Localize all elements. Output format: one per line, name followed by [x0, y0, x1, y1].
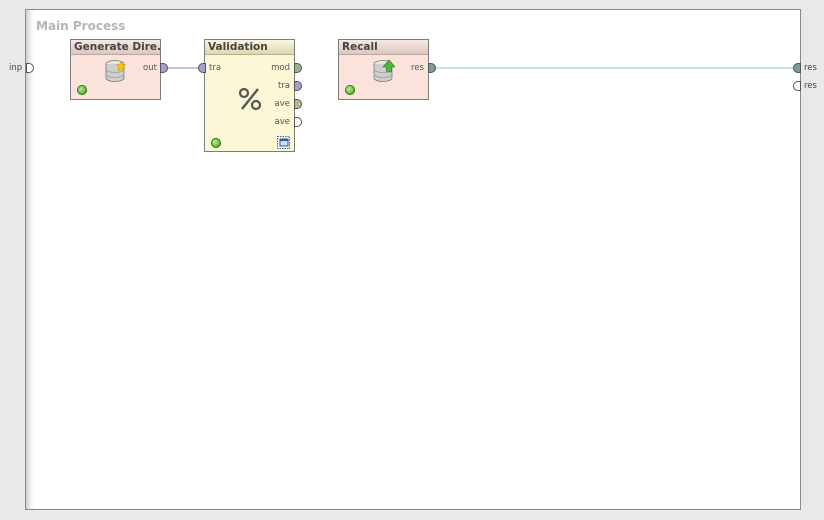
status-indicator [211, 138, 221, 148]
result-port-1-label: res [804, 63, 817, 73]
process-title: Main Process [36, 19, 126, 33]
database-star-icon [105, 60, 127, 82]
validation-input-port[interactable] [198, 63, 206, 73]
database-upload-icon [373, 59, 396, 82]
status-indicator [77, 85, 87, 95]
operator-recall[interactable]: Recall res [338, 39, 429, 100]
output-port-label: ave [274, 117, 290, 127]
operator-title: Generate Dire... [71, 40, 160, 55]
status-indicator [345, 85, 355, 95]
operator-validation[interactable]: Validation tra mod tra ave ave [204, 39, 295, 152]
operator-title: Validation [205, 40, 294, 55]
percent-icon [238, 87, 262, 111]
result-port-1[interactable] [793, 63, 801, 73]
input-port-label: tra [209, 63, 222, 73]
output-port-label: res [411, 63, 424, 73]
output-port-label: ave [274, 99, 290, 109]
result-port-2[interactable] [793, 81, 801, 91]
subprocess-windows-icon[interactable] [277, 136, 290, 149]
operator-title: Recall [339, 40, 428, 55]
operator-generate-data[interactable]: Generate Dire... out [70, 39, 161, 100]
output-port-label: mod [271, 63, 290, 73]
output-port-label: tra [277, 81, 290, 91]
input-port-label: inp [9, 63, 23, 73]
result-port-2-label: res [804, 81, 817, 91]
output-port-label: out [143, 63, 157, 73]
